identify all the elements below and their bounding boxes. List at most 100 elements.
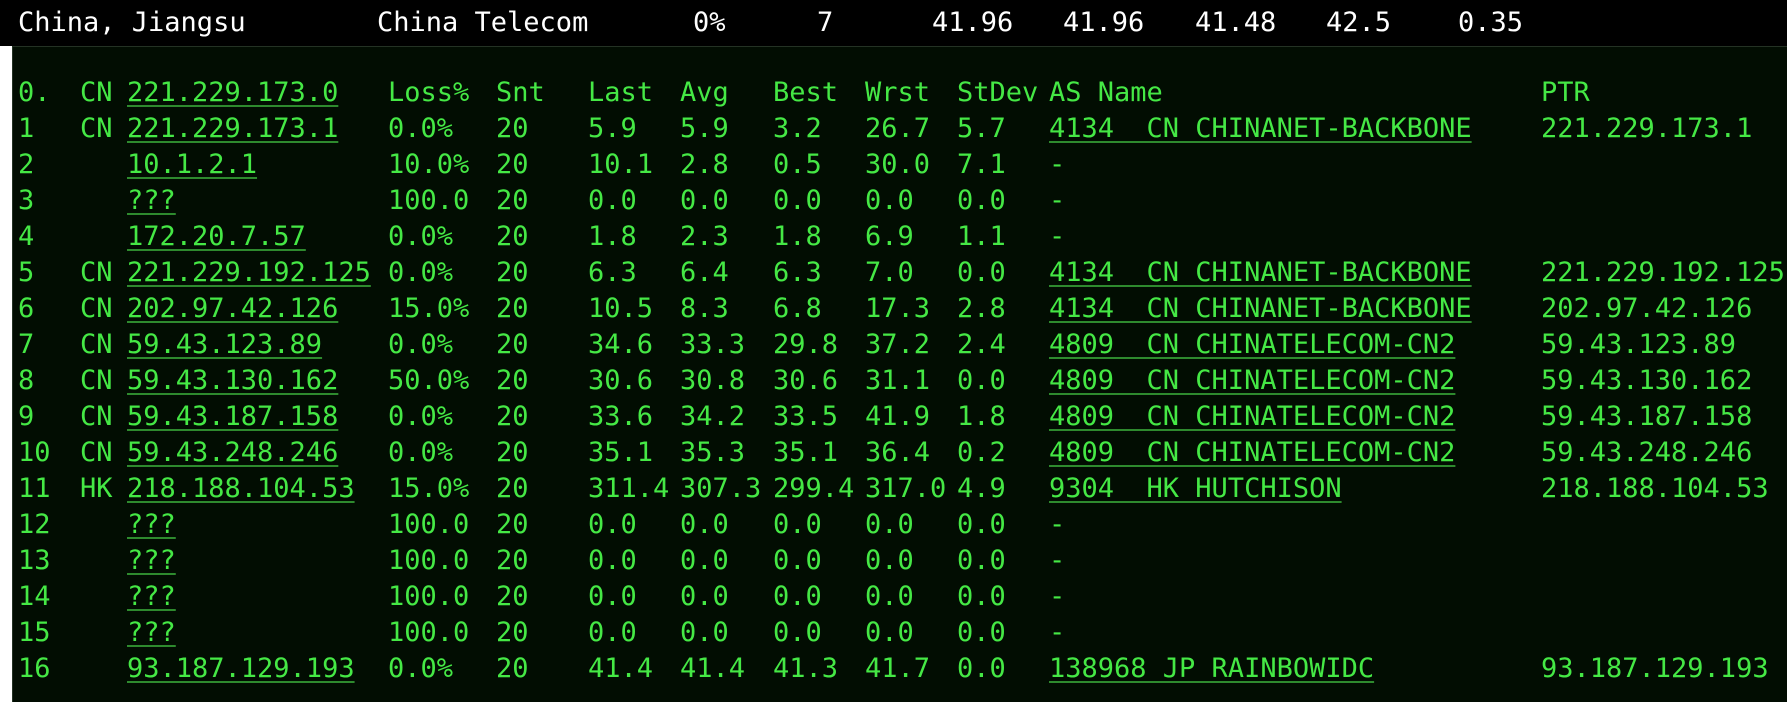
best-value: 35.1 bbox=[773, 437, 839, 468]
host-link[interactable]: 202.97.42.126 bbox=[127, 291, 338, 327]
terminal-screen: China, Jiangsu China Telecom 0% 7 41.9 6 … bbox=[0, 0, 1787, 702]
best-value: 30.6 bbox=[773, 365, 839, 396]
loss-value: 50.0% bbox=[388, 365, 470, 396]
sent-value: 20 bbox=[496, 113, 529, 144]
stdev-value: 4.9 bbox=[957, 473, 1006, 504]
stdev-value: 0.0 bbox=[957, 509, 1006, 540]
host-link[interactable]: 10.1.2.1 bbox=[127, 147, 257, 183]
as-name-link[interactable]: 4809 CN CHINATELECOM-CN2 bbox=[1049, 327, 1455, 363]
hop-number: 14 bbox=[18, 581, 51, 612]
country-code: CN bbox=[80, 329, 113, 360]
summary-bar: China, Jiangsu China Telecom 0% 7 41.96 … bbox=[0, 0, 1787, 46]
sent-value: 20 bbox=[496, 437, 529, 468]
stdev-value: 0.2 bbox=[957, 437, 1006, 468]
as-name: - bbox=[1049, 581, 1066, 612]
host-link[interactable]: ??? bbox=[127, 615, 176, 651]
worst-value: 41.9 bbox=[865, 401, 931, 432]
last-value: 30.6 bbox=[588, 365, 654, 396]
last-value: 0.0 bbox=[588, 185, 637, 216]
avg-value: 35.3 bbox=[680, 437, 746, 468]
avg-value: 33.3 bbox=[680, 329, 746, 360]
last-value: 0.0 bbox=[588, 545, 637, 576]
as-name-link[interactable]: 4809 CN CHINATELECOM-CN2 bbox=[1049, 363, 1455, 399]
table-header-row: 0. CN 221.229.173.0 Loss% Snt Last Avg B… bbox=[13, 75, 1787, 111]
host-link[interactable]: 218.188.104.53 bbox=[127, 471, 355, 507]
last-value: 33.6 bbox=[588, 401, 654, 432]
country-code: CN bbox=[80, 257, 113, 288]
worst-value: 41.7 bbox=[865, 653, 931, 684]
as-name: - bbox=[1049, 509, 1066, 540]
table-row: 15??? 100.0 20 0.0 0.0 0.0 0.0 0.0 - bbox=[13, 615, 1787, 651]
stdev-value: 7.1 bbox=[957, 149, 1006, 180]
as-name-link[interactable]: 4809 CN CHINATELECOM-CN2 bbox=[1049, 399, 1455, 435]
hop-number: 3 bbox=[18, 185, 35, 216]
avg-value: 307.3 bbox=[680, 473, 762, 504]
best-value: 299.4 bbox=[773, 473, 855, 504]
avg-value: 30.8 bbox=[680, 365, 746, 396]
host-link[interactable]: 59.43.123.89 bbox=[127, 327, 322, 363]
host-link[interactable]: 221.229.192.125 bbox=[127, 255, 371, 291]
summary-isp: China Telecom bbox=[377, 7, 589, 38]
host-link[interactable]: 59.43.187.158 bbox=[127, 399, 338, 435]
table-row: 3??? 100.0 20 0.0 0.0 0.0 0.0 0.0 - bbox=[13, 183, 1787, 219]
best-value: 0.0 bbox=[773, 185, 822, 216]
loss-value: 15.0% bbox=[388, 473, 470, 504]
table-row: 6 CN 202.97.42.126 15.0% 20 10.5 8.3 6.8 17.3 2.8… bbox=[13, 291, 1787, 327]
hop-number: 4 bbox=[18, 221, 35, 252]
sent-value: 20 bbox=[496, 653, 529, 684]
last-value: 34.6 bbox=[588, 329, 654, 360]
as-name-link[interactable]: 4809 CN CHINATELECOM-CN2 bbox=[1049, 435, 1455, 471]
as-name-link[interactable]: 138968 JP RAINBOWIDC bbox=[1049, 651, 1374, 687]
host-link[interactable]: ??? bbox=[127, 579, 176, 615]
sent-value: 20 bbox=[496, 221, 529, 252]
sent-value: 20 bbox=[496, 293, 529, 324]
stdev-value: 0.0 bbox=[957, 257, 1006, 288]
last-value: 0.0 bbox=[588, 509, 637, 540]
sent-value: 20 bbox=[496, 149, 529, 180]
header-host-link[interactable]: 221.229.173.0 bbox=[127, 75, 338, 111]
best-value: 29.8 bbox=[773, 329, 839, 360]
country-code: CN bbox=[80, 401, 113, 432]
as-name-link[interactable]: 4134 CN CHINANET-BACKBONE bbox=[1049, 255, 1472, 291]
last-value: 0.0 bbox=[588, 617, 637, 648]
host-link[interactable]: 221.229.173.1 bbox=[127, 111, 338, 147]
table-row: 8 CN 59.43.130.162 50.0% 20 30.6 30.8 30.6 31.1 0… bbox=[13, 363, 1787, 399]
last-value: 1.8 bbox=[588, 221, 637, 252]
host-link[interactable]: 172.20.7.57 bbox=[127, 219, 306, 255]
host-link[interactable]: 59.43.248.246 bbox=[127, 435, 338, 471]
loss-value: 0.0% bbox=[388, 401, 454, 432]
host-link[interactable]: 93.187.129.193 bbox=[127, 651, 355, 687]
last-value: 10.5 bbox=[588, 293, 654, 324]
avg-value: 0.0 bbox=[680, 509, 729, 540]
hop-number: 8 bbox=[18, 365, 35, 396]
host-link[interactable]: ??? bbox=[127, 543, 176, 579]
header-hop: 0. bbox=[18, 77, 51, 108]
as-name-link[interactable]: 4134 CN CHINANET-BACKBONE bbox=[1049, 291, 1472, 327]
avg-value: 41.4 bbox=[680, 653, 746, 684]
trace-results-panel: 0. CN 221.229.173.0 Loss% Snt Last Avg B… bbox=[12, 46, 1787, 702]
table-row: 12??? 100.0 20 0.0 0.0 0.0 0.0 0.0 - bbox=[13, 507, 1787, 543]
table-row: 13??? 100.0 20 0.0 0.0 0.0 0.0 0.0 - bbox=[13, 543, 1787, 579]
host-link[interactable]: ??? bbox=[127, 183, 176, 219]
best-value: 0.0 bbox=[773, 545, 822, 576]
worst-value: 17.3 bbox=[865, 293, 931, 324]
loss-value: 0.0% bbox=[388, 437, 454, 468]
summary-sent: 7 bbox=[817, 7, 834, 38]
host-link[interactable]: ??? bbox=[127, 507, 176, 543]
ptr-value: 59.43.248.246 bbox=[1541, 437, 1753, 468]
header-ptr: PTR bbox=[1541, 77, 1590, 108]
as-name: - bbox=[1049, 545, 1066, 576]
loss-value: 0.0% bbox=[388, 113, 454, 144]
as-name: - bbox=[1049, 185, 1066, 216]
table-row: 14??? 100.0 20 0.0 0.0 0.0 0.0 0.0 - bbox=[13, 579, 1787, 615]
loss-value: 10.0% bbox=[388, 149, 470, 180]
sent-value: 20 bbox=[496, 473, 529, 504]
best-value: 33.5 bbox=[773, 401, 839, 432]
loss-value: 100.0 bbox=[388, 617, 470, 648]
best-value: 0.0 bbox=[773, 509, 822, 540]
as-name-link[interactable]: 4134 CN CHINANET-BACKBONE bbox=[1049, 111, 1472, 147]
sent-value: 20 bbox=[496, 617, 529, 648]
best-value: 6.8 bbox=[773, 293, 822, 324]
as-name-link[interactable]: 9304 HK HUTCHISON bbox=[1049, 471, 1342, 507]
host-link[interactable]: 59.43.130.162 bbox=[127, 363, 338, 399]
